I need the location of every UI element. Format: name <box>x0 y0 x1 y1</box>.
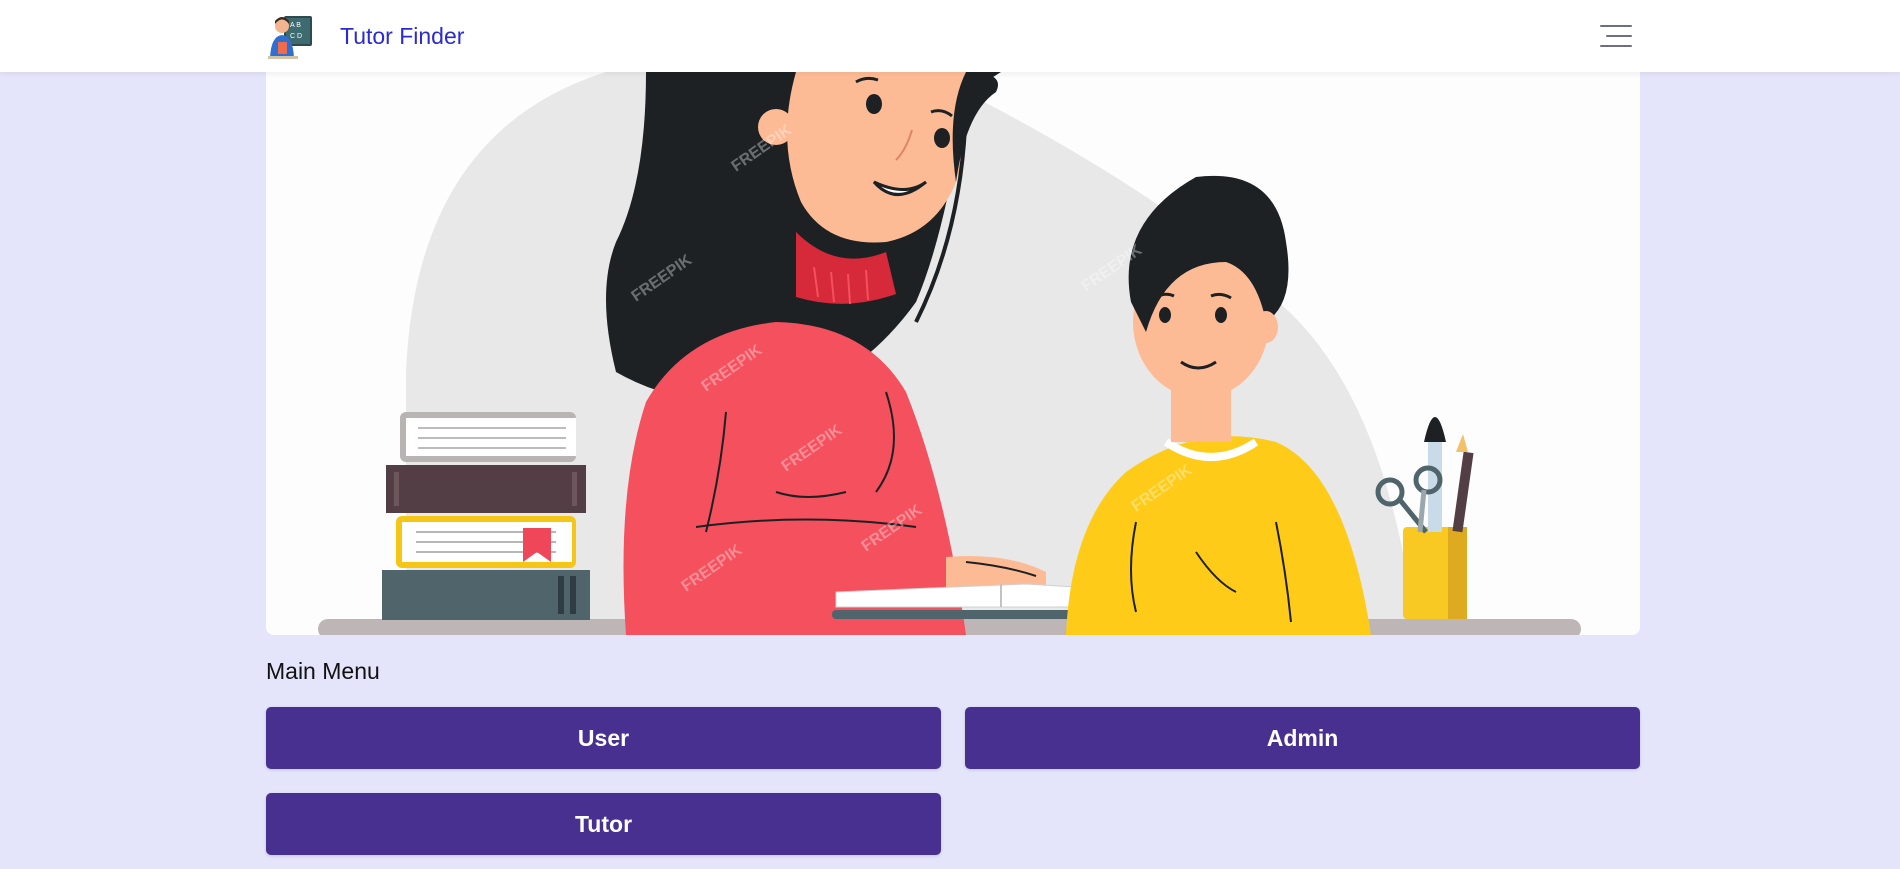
hamburger-menu-icon <box>1600 25 1632 27</box>
hero-banner: FREEPIK FREEPIK FREEPIK FREEPIK FREEPIK … <box>266 72 1640 635</box>
teacher-logo-icon: A B C D <box>266 12 314 60</box>
svg-text:A B: A B <box>290 22 301 29</box>
navbar-toggle-button[interactable] <box>1596 20 1636 52</box>
brand-link[interactable]: A B C D Tutor Finder <box>266 12 464 60</box>
main-menu-heading: Main Menu <box>266 658 380 684</box>
teacher-helping-student-illustration: FREEPIK FREEPIK FREEPIK FREEPIK FREEPIK … <box>318 72 1581 635</box>
hamburger-menu-icon-line-2 <box>1606 35 1632 37</box>
tutor-button[interactable]: Tutor <box>266 793 941 855</box>
admin-button[interactable]: Admin <box>965 707 1640 769</box>
brand-title: Tutor Finder <box>340 22 465 49</box>
top-navbar: A B C D Tutor Finder <box>0 0 1900 72</box>
svg-text:C D: C D <box>290 33 302 40</box>
user-button[interactable]: User <box>266 707 941 769</box>
hamburger-menu-icon-line-3 <box>1600 45 1632 47</box>
